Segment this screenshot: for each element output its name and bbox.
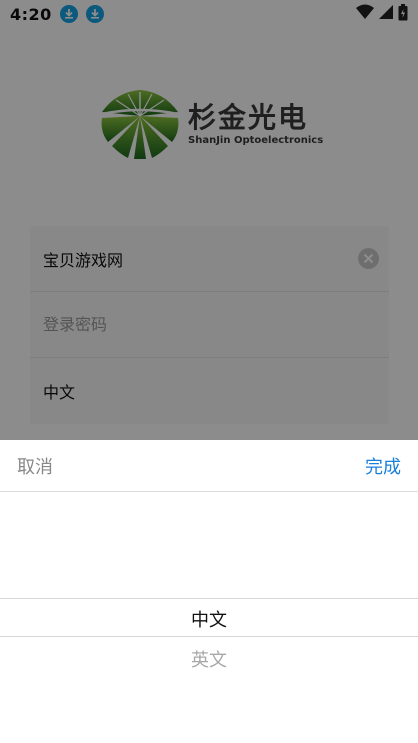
cancel-button[interactable]: 取消 <box>17 453 53 479</box>
picker-selection-bottom-line <box>0 636 418 637</box>
done-button[interactable]: 完成 <box>365 453 401 479</box>
picker-option-english[interactable]: 英文 <box>0 646 418 672</box>
language-picker-sheet: 取消 完成 中文 英文 <box>0 440 418 743</box>
screen: 4:20 杉金光电 ShanJin Optoelectronics 宝贝游戏网 … <box>0 0 418 743</box>
picker-toolbar: 取消 完成 <box>0 440 418 492</box>
picker-option-chinese[interactable]: 中文 <box>0 606 418 632</box>
language-wheel-picker[interactable]: 中文 英文 <box>0 492 418 743</box>
picker-selection-top-line <box>0 598 418 599</box>
